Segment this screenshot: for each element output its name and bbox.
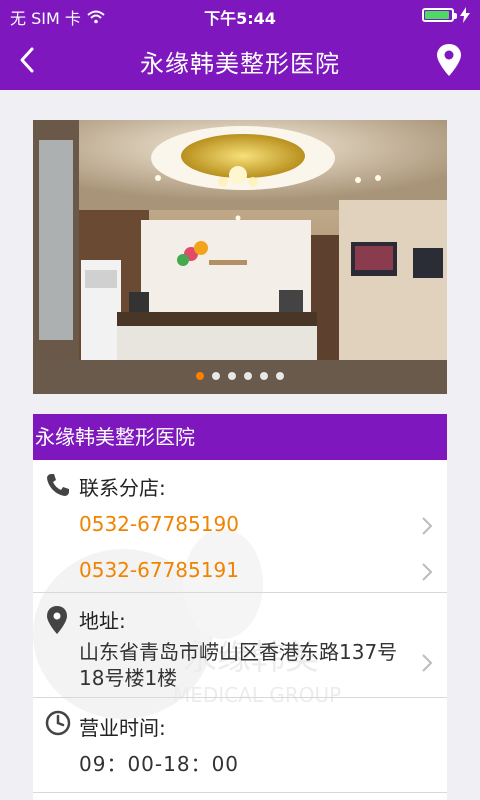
- carousel-dots: [33, 372, 447, 380]
- phone-number[interactable]: 0532-67785190: [79, 512, 239, 536]
- address-label: 地址:: [79, 609, 126, 633]
- address-section[interactable]: 地址: 山东省青岛市崂山区香港东路137号18号楼1楼: [33, 593, 447, 698]
- carousel-dot[interactable]: [276, 372, 284, 380]
- contact-section: 联系分店: 0532-67785190 0532-67785191: [33, 460, 447, 593]
- chevron-right-icon: [422, 517, 433, 535]
- status-bar: 无 SIM 卡 下午5:44: [0, 0, 480, 30]
- nav-bar: 永缘韩美整形医院: [0, 30, 480, 90]
- chevron-right-icon: [422, 654, 433, 672]
- battery-icon: [422, 8, 457, 22]
- charging-icon: [460, 7, 470, 23]
- card-header: 永缘韩美整形医院: [33, 414, 447, 460]
- status-right: [422, 7, 470, 23]
- carousel-dot[interactable]: [228, 372, 236, 380]
- phone-icon: [47, 474, 69, 496]
- chevron-right-icon: [422, 563, 433, 581]
- carousel-dot[interactable]: [260, 372, 268, 380]
- map-pin-icon: [437, 44, 461, 76]
- info-card: 永缘韩美整形医院 永缘韩美 MEDICAL GROUP 联系分店: 0532-6…: [33, 414, 447, 800]
- page-title: 永缘韩美整形医院: [140, 50, 340, 78]
- hours-text: 09：00-18：00: [79, 752, 240, 776]
- carousel-dot[interactable]: [244, 372, 252, 380]
- address-text: 山东省青岛市崂山区香港东路137号18号楼1楼: [79, 640, 398, 690]
- map-pin-icon: [47, 606, 67, 634]
- status-time: 下午5:44: [204, 9, 276, 28]
- phone-row[interactable]: 0532-67785190: [33, 506, 447, 546]
- hours-label: 营业时间:: [79, 716, 166, 740]
- hours-section: 营业时间: 09：00-18：00: [33, 698, 447, 793]
- photo-carousel[interactable]: [33, 120, 447, 394]
- contact-label: 联系分店:: [79, 476, 166, 500]
- carousel-dot[interactable]: [196, 372, 204, 380]
- clinic-lobby-photo: [33, 120, 447, 394]
- content: 永缘韩美整形医院 永缘韩美 MEDICAL GROUP 联系分店: 0532-6…: [33, 120, 447, 800]
- carousel-dot[interactable]: [212, 372, 220, 380]
- phone-row[interactable]: 0532-67785191: [33, 546, 447, 586]
- phone-number[interactable]: 0532-67785191: [79, 558, 239, 582]
- location-button[interactable]: [434, 42, 464, 78]
- clock-icon: [45, 710, 71, 736]
